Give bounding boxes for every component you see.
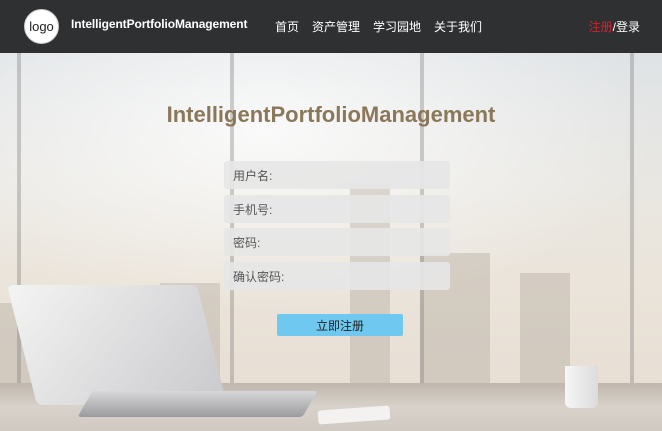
- username-field[interactable]: 用户名:: [224, 161, 450, 189]
- top-navbar: logo IntelligentPortfolioManagement 首页 资…: [0, 0, 662, 53]
- building-shape: [520, 273, 570, 383]
- nav-item-home[interactable]: 首页: [275, 18, 299, 35]
- phone-field[interactable]: 手机号:: [224, 195, 450, 223]
- register-link[interactable]: 注册: [589, 20, 613, 34]
- brand-name[interactable]: IntelligentPortfolioManagement: [71, 17, 247, 31]
- laptop-keyboard: [77, 391, 318, 417]
- coffee-cup: [565, 366, 598, 408]
- confirm-password-field[interactable]: 确认密码:: [224, 262, 450, 290]
- password-field[interactable]: 密码:: [224, 228, 450, 256]
- register-button[interactable]: 立即注册: [277, 314, 403, 336]
- logo[interactable]: logo: [24, 9, 59, 44]
- nav-item-about[interactable]: 关于我们: [434, 18, 482, 35]
- laptop-screen: [7, 285, 227, 405]
- nav-item-asset-management[interactable]: 资产管理: [312, 18, 360, 35]
- page-title: IntelligentPortfolioManagement: [166, 102, 496, 127]
- auth-links: 注册/登录: [589, 18, 640, 35]
- nav-item-learning[interactable]: 学习园地: [373, 18, 421, 35]
- main-nav: 首页 资产管理 学习园地 关于我们: [275, 18, 482, 35]
- login-link[interactable]: 登录: [616, 20, 640, 34]
